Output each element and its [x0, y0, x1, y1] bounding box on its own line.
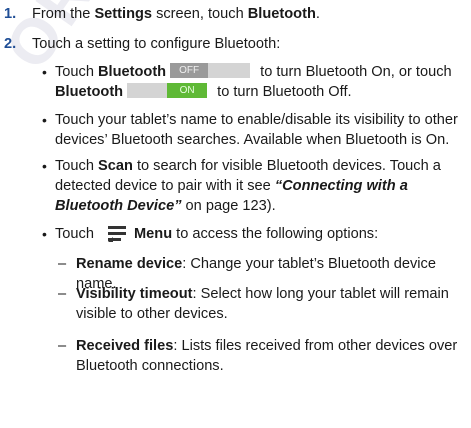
option-name: Visibility timeout — [76, 286, 193, 302]
text-run: From the — [32, 6, 95, 22]
text-run: to access the following options: — [172, 226, 379, 242]
line: detected device to pair with it see “Con… — [55, 176, 465, 196]
toggle-track — [208, 63, 251, 78]
bullet-text: Touch Bluetooth OFF to turn Bluetooth On,… — [55, 62, 465, 102]
menu-corner — [108, 237, 113, 242]
line: Touch Scan to search for visible Bluetoo… — [55, 156, 465, 176]
text-run: detected device to pair with it see — [55, 178, 275, 194]
bullet-dot: • — [42, 64, 47, 80]
line: Bluetooth connections. — [76, 358, 224, 374]
toggle-track — [127, 83, 168, 98]
off-label: OFF — [170, 63, 209, 78]
menu-icon — [106, 224, 128, 242]
text-run: Touch — [55, 158, 98, 174]
bullet-text: Touch Scan to search for visible Bluetoo… — [55, 156, 465, 216]
bullet-dot: • — [42, 158, 47, 174]
menu-bar — [108, 232, 126, 235]
dash: – — [58, 286, 67, 302]
text-run: to turn Bluetooth Off. — [213, 84, 352, 100]
bullet-dot: • — [42, 226, 47, 242]
dash: – — [58, 338, 67, 354]
settings-term: Settings — [94, 6, 153, 22]
option-name: Rename device — [76, 256, 183, 272]
line: Visibility timeout: Select how long your… — [76, 284, 465, 304]
bluetooth-off-toggle-icon: OFF — [170, 63, 251, 78]
line: devices’ Bluetooth searches. Available w… — [55, 132, 450, 148]
text-run: screen, touch — [152, 6, 248, 22]
step-text: Touch a setting to configure Bluetooth: — [32, 36, 281, 52]
bullet-dot: • — [42, 112, 47, 128]
option-text: Visibility timeout: Select how long your… — [76, 284, 465, 324]
line: Received files: Lists files received fro… — [76, 336, 465, 356]
line: Bluetooth Device” on page 123). — [55, 196, 465, 216]
cross-reference: Bluetooth Device” — [55, 198, 182, 214]
bullet-text: Touch Menu to access the following optio… — [55, 224, 465, 244]
line: Touch your tablet’s name to enable/disab… — [55, 112, 458, 128]
text-run: : Select how long your tablet will remai… — [192, 286, 449, 302]
step-number: 1. — [4, 6, 17, 22]
text-run: on page 123). — [181, 198, 276, 214]
manual-page: ORIGINAL 1. From the Settings screen, to… — [0, 0, 471, 428]
option-name: Received files — [76, 338, 174, 354]
scan-term: Scan — [98, 158, 133, 174]
bluetooth-term: Bluetooth — [98, 64, 167, 80]
menu-bar — [108, 226, 126, 229]
text-run: Touch — [55, 64, 98, 80]
line: Touch Bluetooth OFF to turn Bluetooth On,… — [55, 62, 465, 82]
text-run: to search for visible Bluetooth devices.… — [132, 158, 441, 174]
text-run: . — [315, 6, 320, 22]
bluetooth-term: Bluetooth — [55, 84, 124, 100]
text-run: to turn Bluetooth On, or touch — [256, 64, 452, 80]
text-run: : Lists files received from other device… — [173, 338, 458, 354]
line: Bluetooth ON to turn Bluetooth Off. — [55, 82, 465, 102]
bluetooth-term: Bluetooth — [247, 6, 316, 22]
menu-term: Menu — [134, 226, 173, 242]
line: visible to other devices. — [76, 306, 228, 322]
step-text: From the Settings screen, touch Bluetoot… — [32, 4, 465, 24]
step-number: 2. — [4, 36, 17, 52]
dash: – — [58, 256, 67, 272]
text-run: Touch — [55, 226, 98, 242]
bluetooth-on-toggle-icon: ON — [127, 83, 208, 98]
option-text: Received files: Lists files received fro… — [76, 336, 465, 376]
on-label: ON — [167, 83, 208, 98]
bullet-text: Touch your tablet’s name to enable/disab… — [55, 110, 465, 150]
cross-reference: “Connecting with a — [274, 178, 408, 194]
